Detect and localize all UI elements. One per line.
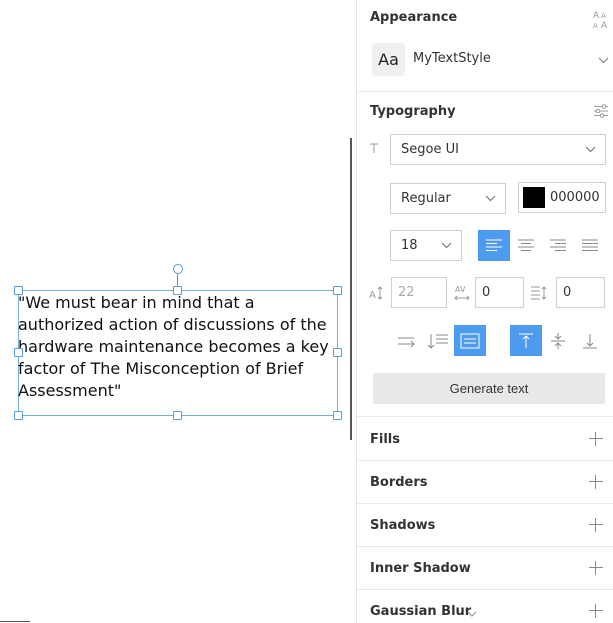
- align-justify-icon: [582, 239, 598, 252]
- rotation-handle[interactable]: [173, 264, 183, 274]
- divider: [357, 589, 613, 590]
- resize-handle-top-right[interactable]: [333, 286, 342, 295]
- align-middle-icon: [551, 332, 565, 349]
- inspector-panel: Appearance A A A A Aa MyTextStyle Typogr…: [356, 0, 613, 623]
- align-center-button[interactable]: [510, 230, 542, 261]
- add-border-icon[interactable]: [589, 475, 603, 489]
- text-styles-icon[interactable]: A A A A: [593, 9, 609, 32]
- text-color-hex[interactable]: 000000: [550, 190, 600, 205]
- line-height-input[interactable]: 22: [391, 277, 447, 308]
- align-bottom-button[interactable]: [574, 325, 606, 356]
- vertical-scrollbar[interactable]: [350, 138, 352, 440]
- resize-handle-bottom-right[interactable]: [333, 411, 342, 420]
- svg-text:A: A: [593, 22, 598, 29]
- fills-section-title[interactable]: Fills: [370, 432, 400, 447]
- fixed-size-button[interactable]: [454, 325, 486, 356]
- appearance-title: Appearance: [370, 10, 458, 25]
- style-dropdown-chevron-icon[interactable]: [598, 54, 609, 67]
- align-top-icon: [519, 333, 533, 349]
- align-left-icon: [486, 239, 502, 252]
- letter-spacing-input[interactable]: 0: [475, 277, 524, 308]
- align-right-button[interactable]: [542, 230, 574, 261]
- chevron-down-icon: [585, 135, 596, 175]
- resize-handle-left[interactable]: [14, 348, 23, 357]
- svg-text:A: A: [369, 290, 376, 300]
- align-top-button[interactable]: [510, 325, 542, 356]
- resize-handle-bottom-left[interactable]: [14, 411, 23, 420]
- font-size-select[interactable]: 18: [390, 230, 462, 261]
- font-weight-value: Regular: [401, 191, 451, 206]
- letter-spacing-icon: AV: [454, 284, 470, 305]
- text-style-name[interactable]: MyTextStyle: [413, 51, 491, 66]
- chevron-down-icon[interactable]: [467, 608, 477, 621]
- paragraph-spacing-input[interactable]: 0: [556, 277, 605, 308]
- resize-handle-right[interactable]: [333, 348, 342, 357]
- design-canvas[interactable]: "We must bear in mind that a authorized …: [0, 0, 356, 623]
- font-size-value[interactable]: 18: [401, 238, 418, 253]
- align-center-icon: [518, 239, 534, 252]
- add-fill-icon[interactable]: [589, 432, 603, 446]
- svg-text:A: A: [601, 21, 608, 29]
- shadows-section-title[interactable]: Shadows: [370, 518, 435, 533]
- auto-height-button[interactable]: [422, 325, 454, 356]
- resize-handle-top[interactable]: [173, 286, 182, 295]
- svg-text:A: A: [593, 11, 600, 21]
- text-line: Assessment": [18, 381, 122, 400]
- align-right-icon: [550, 239, 566, 252]
- align-justify-button[interactable]: [574, 230, 606, 261]
- text-line: hardware maintenance becomes a key: [18, 337, 329, 356]
- text-color-field[interactable]: 000000: [518, 182, 606, 213]
- text-layer-content[interactable]: "We must bear in mind that a authorized …: [18, 292, 340, 402]
- divider: [357, 91, 613, 92]
- auto-height-icon: [428, 333, 448, 349]
- fixed-size-icon: [460, 333, 480, 349]
- add-shadow-icon[interactable]: [589, 518, 603, 532]
- font-family-value: Segoe UI: [401, 142, 459, 157]
- add-blur-icon[interactable]: [589, 604, 603, 618]
- paragraph-spacing-icon: [531, 286, 547, 303]
- font-weight-select[interactable]: Regular: [390, 183, 506, 214]
- text-line: authorized action of discussions of the: [18, 315, 327, 334]
- auto-width-button[interactable]: [390, 325, 422, 356]
- horizontal-scrollbar[interactable]: [0, 621, 30, 622]
- font-family-select[interactable]: Segoe UI: [390, 134, 606, 165]
- svg-text:A: A: [601, 12, 606, 20]
- align-middle-button[interactable]: [542, 325, 574, 356]
- resize-handle-top-left[interactable]: [14, 286, 23, 295]
- inner-shadow-section-title[interactable]: Inner Shadow: [370, 561, 471, 576]
- resize-handle-bottom[interactable]: [173, 411, 182, 420]
- font-family-icon: [369, 143, 379, 157]
- align-left-button[interactable]: [478, 230, 510, 261]
- auto-width-icon: [397, 335, 415, 347]
- borders-section-title[interactable]: Borders: [370, 475, 428, 490]
- typography-title: Typography: [370, 104, 456, 119]
- divider: [357, 460, 613, 461]
- text-line: "We must bear in mind that a: [18, 293, 255, 312]
- add-inner-shadow-icon[interactable]: [589, 561, 603, 575]
- align-bottom-icon: [583, 333, 597, 349]
- text-style-preview: Aa: [372, 43, 405, 76]
- chevron-down-icon: [441, 231, 452, 271]
- text-color-swatch[interactable]: [523, 187, 545, 208]
- line-height-icon: A: [369, 286, 383, 303]
- divider: [357, 416, 613, 417]
- divider: [357, 546, 613, 547]
- generate-text-button[interactable]: Generate text: [373, 373, 605, 404]
- gaussian-blur-section-title[interactable]: Gaussian Blur: [370, 604, 471, 619]
- chevron-down-icon: [485, 184, 496, 224]
- divider: [357, 503, 613, 504]
- typography-settings-icon[interactable]: [593, 104, 609, 121]
- text-line: factor of The Misconception of Brief: [18, 359, 304, 378]
- svg-text:AV: AV: [455, 285, 466, 294]
